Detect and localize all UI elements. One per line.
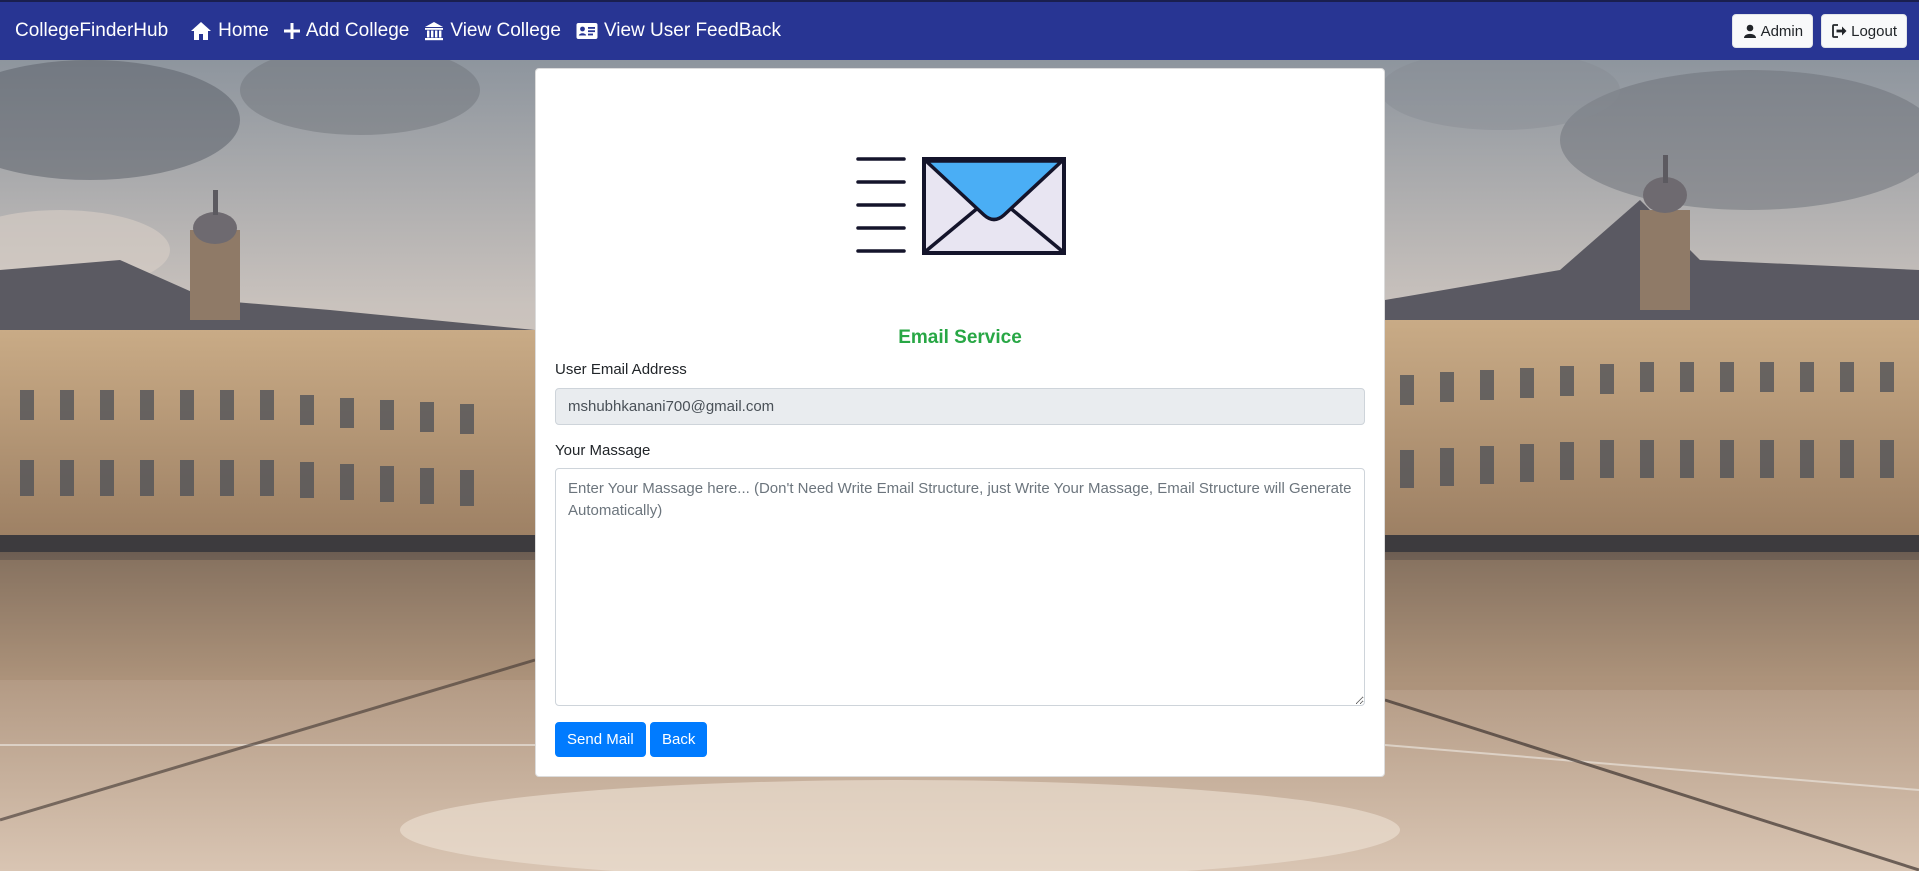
nav-view-college[interactable]: View College bbox=[424, 20, 561, 42]
admin-button-label: Admin bbox=[1760, 22, 1804, 40]
navbar-right-actions: Admin Logout bbox=[1731, 14, 1907, 48]
email-field[interactable] bbox=[555, 388, 1365, 425]
logout-button[interactable]: Logout bbox=[1821, 14, 1907, 48]
message-field-label: Your Massage bbox=[555, 442, 651, 459]
top-navbar: CollegeFinderHub Home Add College View C… bbox=[0, 0, 1919, 60]
logout-icon bbox=[1832, 24, 1847, 38]
plus-icon bbox=[283, 23, 300, 39]
nav-add-college[interactable]: Add College bbox=[283, 20, 410, 42]
logout-button-label: Logout bbox=[1851, 22, 1897, 40]
nav-view-feedback-label: View User FeedBack bbox=[603, 20, 781, 41]
id-card-icon bbox=[576, 23, 598, 39]
user-icon bbox=[1743, 24, 1756, 38]
admin-button[interactable]: Admin bbox=[1731, 14, 1814, 48]
nav-home-label: Home bbox=[218, 20, 269, 41]
email-service-card: Email Service User Email Address Your Ma… bbox=[535, 68, 1385, 777]
envelope-icon bbox=[856, 157, 1066, 255]
nav-view-feedback[interactable]: View User FeedBack bbox=[576, 20, 781, 42]
email-service-title: Email Service bbox=[898, 327, 1022, 348]
message-textarea[interactable] bbox=[555, 468, 1365, 706]
nav-add-college-label: Add College bbox=[305, 20, 410, 41]
email-field-label: User Email Address bbox=[555, 361, 687, 378]
nav-home[interactable]: Home bbox=[190, 20, 269, 42]
bank-icon bbox=[425, 22, 444, 41]
back-button[interactable]: Back bbox=[650, 722, 708, 757]
nav-view-college-label: View College bbox=[450, 20, 561, 41]
send-mail-button[interactable]: Send Mail bbox=[555, 722, 646, 757]
brand-logo[interactable]: CollegeFinderHub bbox=[15, 20, 168, 42]
home-icon bbox=[191, 22, 212, 40]
